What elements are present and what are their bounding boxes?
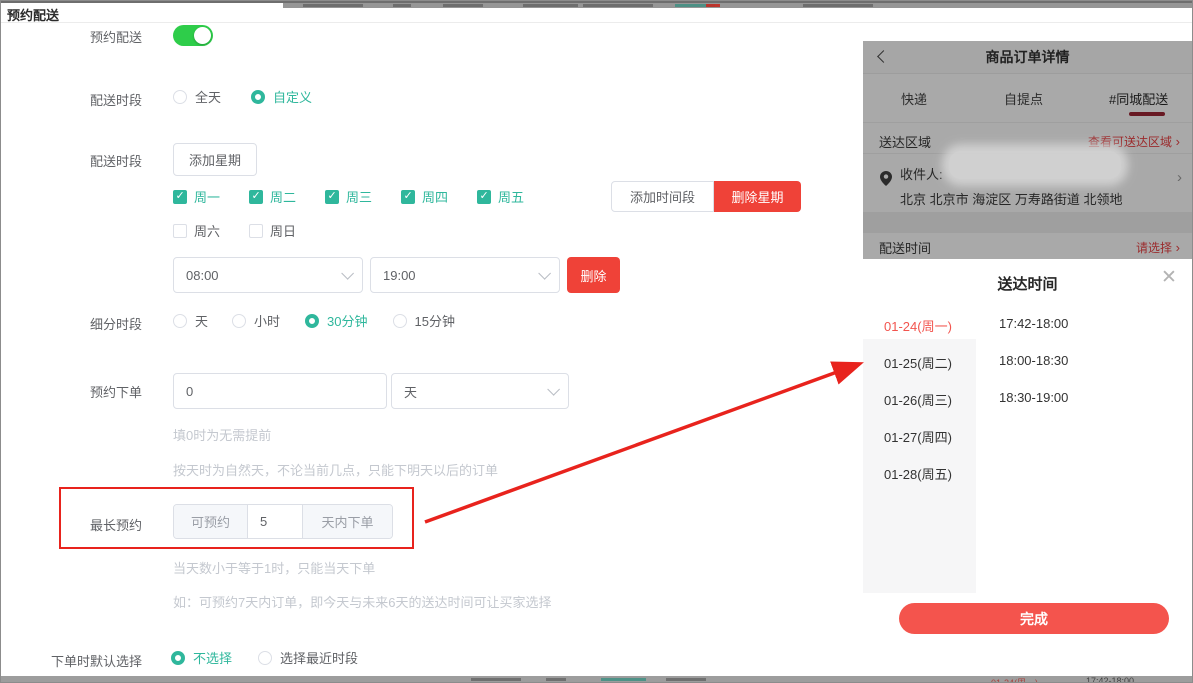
weekday-checkbox-tue[interactable]: 周二 — [249, 187, 309, 206]
checkbox-checked-icon — [401, 190, 415, 204]
close-icon[interactable] — [1158, 267, 1180, 289]
chevron-down-icon — [341, 267, 354, 280]
background-page-sliver-bottom: 01-24(周一) 17:42-18:00 — [1, 676, 1192, 683]
title-divider — [1, 22, 1192, 23]
delete-week-button[interactable]: 删除星期 — [714, 181, 801, 212]
checkbox-checked-icon — [173, 190, 187, 204]
ghost-time-text: 17:42-18:00 — [1086, 676, 1134, 683]
reserve-delivery-toggle[interactable] — [173, 25, 213, 46]
checkbox-checked-icon — [477, 190, 491, 204]
radio-option-nearest[interactable]: 选择最近时段 — [258, 648, 358, 667]
date-item[interactable]: 01-25(周二) — [884, 353, 952, 372]
radio-icon — [173, 314, 187, 328]
window-top-border — [1, 1, 1192, 3]
field-label-week: 配送时段 — [51, 151, 142, 170]
checkbox-unchecked-icon — [249, 224, 263, 238]
radio-option-allday[interactable]: 全天 — [173, 87, 221, 106]
max-reserve-help-1: 当天数小于等于1时，只能当天下单 — [173, 558, 375, 577]
add-timeslot-button[interactable]: 添加时间段 — [611, 181, 714, 212]
field-label-default-select: 下单时默认选择 — [51, 651, 142, 670]
date-item-active[interactable]: 01-24(周一) — [884, 316, 952, 335]
radio-icon — [232, 314, 246, 328]
popup-title: 送达时间 — [863, 273, 1192, 294]
checkbox-unchecked-icon — [173, 224, 187, 238]
advance-days-input[interactable]: 0 — [173, 373, 387, 409]
chevron-down-icon — [547, 383, 560, 396]
radio-option-day[interactable]: 天 — [173, 311, 208, 330]
annotation-highlight-box — [59, 487, 414, 549]
ghost-date-text: 01-24(周一) — [991, 676, 1038, 683]
field-label-advance: 预约下单 — [51, 382, 142, 401]
screenshot-root: 预约配送 预约配送 配送时段 全天 自定义 配送时段 添加星期 周一 周二 周三 — [0, 0, 1193, 683]
delivery-time-popup: 送达时间 01-24(周一) 01-25(周二) 01-26(周三) 01-27… — [863, 259, 1192, 676]
time-slot-item[interactable]: 18:30-19:00 — [999, 390, 1068, 405]
date-item[interactable]: 01-28(周五) — [884, 464, 952, 483]
radio-icon — [173, 90, 187, 104]
time-to-select[interactable]: 19:00 — [370, 257, 560, 293]
background-page-sliver-top — [283, 3, 1192, 8]
weekday-checkbox-wed[interactable]: 周三 — [325, 187, 385, 206]
modal-dim-overlay — [863, 41, 1192, 259]
date-item[interactable]: 01-27(周四) — [884, 427, 952, 446]
chevron-down-icon — [538, 267, 551, 280]
checkbox-checked-icon — [325, 190, 339, 204]
done-button[interactable]: 完成 — [899, 603, 1169, 634]
radio-option-hour[interactable]: 小时 — [232, 311, 280, 330]
radio-icon-checked — [251, 90, 265, 104]
radio-label: 自定义 — [273, 87, 312, 106]
time-slot-item[interactable]: 17:42-18:00 — [999, 316, 1068, 331]
time-from-select[interactable]: 08:00 — [173, 257, 363, 293]
radio-option-30min[interactable]: 30分钟 — [305, 311, 367, 330]
mobile-preview: 商品订单详情 快递 自提点 #同城配送 送达区域 查看可送达区域 收件人: 北京… — [863, 41, 1192, 676]
date-item[interactable]: 01-26(周三) — [884, 390, 952, 409]
radio-icon — [393, 314, 407, 328]
weekday-checkbox-mon[interactable]: 周一 — [173, 187, 233, 206]
radio-option-custom[interactable]: 自定义 — [251, 87, 312, 106]
field-label-granularity: 细分时段 — [51, 314, 142, 333]
advance-help-1: 填0时为无需提前 — [173, 425, 271, 444]
radio-icon — [258, 651, 272, 665]
radio-label: 全天 — [195, 87, 221, 106]
toggle-knob — [194, 27, 211, 44]
field-label-reserve-toggle: 预约配送 — [51, 27, 142, 46]
weekday-checkbox-sat[interactable]: 周六 — [173, 221, 233, 240]
weekday-checkbox-thu[interactable]: 周四 — [401, 187, 461, 206]
radio-option-no-select[interactable]: 不选择 — [171, 648, 232, 667]
redaction-blur — [949, 151, 1121, 179]
advance-help-2: 按天时为自然天，不论当前几点，只能下明天以后的订单 — [173, 460, 498, 479]
advance-unit-select[interactable]: 天 — [391, 373, 569, 409]
radio-icon-checked — [305, 314, 319, 328]
delete-timeslot-button[interactable]: 删除 — [567, 257, 620, 293]
radio-icon-checked — [171, 651, 185, 665]
max-reserve-help-2: 如：可预约7天内订单，即今天与未来6天的送达时间可让买家选择 — [173, 592, 551, 611]
field-label-period: 配送时段 — [51, 90, 142, 109]
add-week-button[interactable]: 添加星期 — [173, 143, 257, 176]
time-slot-item[interactable]: 18:00-18:30 — [999, 353, 1068, 368]
radio-option-15min[interactable]: 15分钟 — [393, 311, 455, 330]
checkbox-checked-icon — [249, 190, 263, 204]
page-title: 预约配送 — [7, 5, 59, 24]
weekday-checkbox-sun[interactable]: 周日 — [249, 221, 309, 240]
weekday-checkbox-fri[interactable]: 周五 — [477, 187, 537, 206]
